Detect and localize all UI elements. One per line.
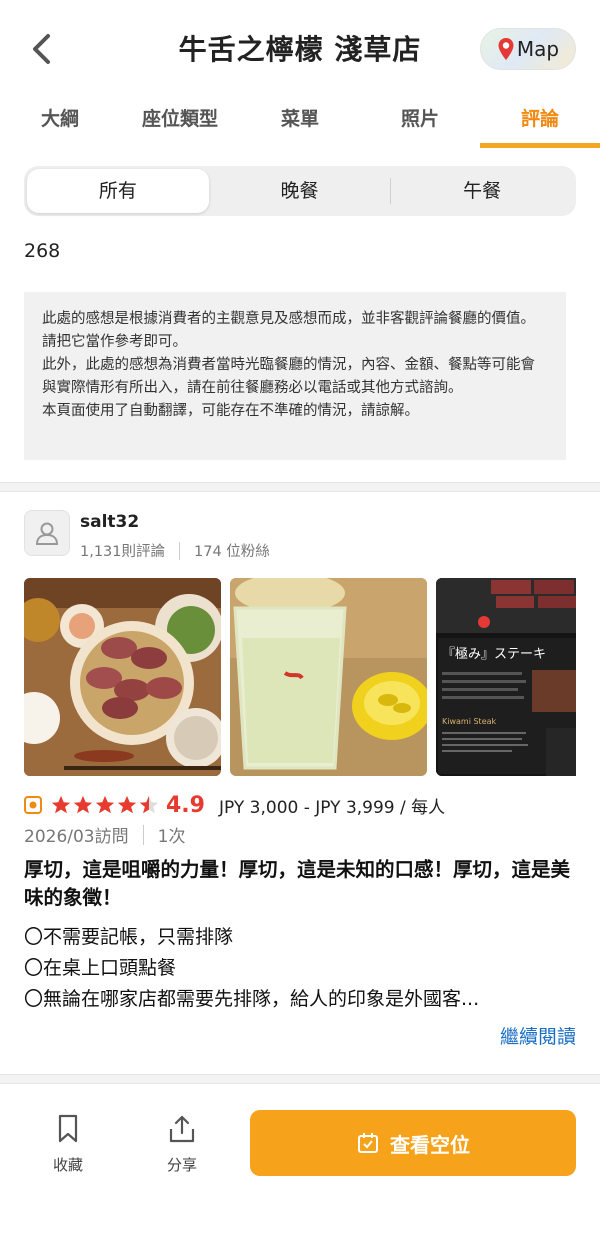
star-icon — [95, 795, 115, 814]
review-title[interactable]: 厚切，這是咀嚼的力量！厚切，這是未知的口感！厚切，這是美味的象徵！ — [24, 856, 574, 912]
half-star-icon — [139, 795, 159, 814]
menu-photo-subheading: Kiwami Steak — [442, 717, 497, 726]
disclaimer-line: 此處的感想是根據消費者的主觀意見及感想而成，並非客觀評論餐廳的價值。請把它當作參… — [42, 311, 535, 350]
reviewer-name[interactable]: salt32 — [80, 512, 139, 532]
review-photos: 『極み』ステーキ Kiwami Steak — [24, 578, 576, 776]
map-button[interactable]: Map — [480, 28, 576, 70]
visit-separator — [142, 824, 144, 845]
review-photo-menu[interactable]: 『極み』ステーキ Kiwami Steak — [436, 578, 576, 776]
review-body[interactable]: 〇不需要記帳，只需排隊 〇在桌上口頭點餐 〇無論在哪家店都需要先排隊，給人的印象… — [24, 922, 576, 1015]
rating-row: 4.9 JPY 3,000 - JPY 3,999 / 每人 — [24, 790, 445, 820]
review-line: 〇無論在哪家店都需要先排隊，給人的印象是外國客... — [24, 988, 480, 1010]
bookmark-icon — [58, 1114, 78, 1143]
share-button[interactable]: 分享 — [152, 1114, 212, 1175]
filter-dinner[interactable]: 晚餐 — [209, 169, 391, 213]
section-divider — [0, 1074, 600, 1084]
review-line: 〇在桌上口頭點餐 — [24, 957, 177, 979]
rating-badge-icon — [24, 796, 42, 814]
review-count: 268 — [24, 240, 61, 262]
star-icon — [117, 795, 137, 814]
stats-separator — [179, 541, 181, 560]
visit-date: 2026/03訪問 — [24, 827, 129, 847]
read-more-link[interactable]: 繼續閱讀 — [500, 1022, 576, 1049]
check-availability-label: 查看空位 — [390, 1132, 470, 1157]
map-pin-icon — [498, 38, 514, 60]
reviewer-review-count: 1,131則評論 — [80, 544, 166, 560]
rating-value: 4.9 — [166, 792, 205, 818]
share-label: 分享 — [166, 1156, 197, 1174]
star-icon — [73, 795, 93, 814]
review-photo-beef-set[interactable] — [24, 578, 221, 776]
reviewer-followers: 174 位粉絲 — [194, 544, 270, 560]
price-range: JPY 3,000 - JPY 3,999 / 每人 — [218, 797, 446, 818]
tab-seat-types[interactable]: 座位類型 — [120, 96, 240, 148]
bottom-action-bar: 收藏 分享 查看空位 — [0, 1098, 600, 1188]
menu-photo-heading: 『極み』ステーキ — [442, 646, 546, 662]
filter-lunch[interactable]: 午餐 — [391, 169, 573, 213]
map-button-label: Map — [516, 37, 560, 61]
reviewer-stats: 1,131則評論 174 位粉絲 — [80, 540, 270, 561]
disclaimer-line: 本頁面使用了自動翻譯，可能存在不準確的情況，請諒解。 — [42, 403, 419, 419]
bookmark-button[interactable]: 收藏 — [38, 1114, 98, 1175]
user-icon — [35, 522, 59, 545]
check-availability-button[interactable]: 查看空位 — [250, 1110, 576, 1176]
review-photo-lemon-drink[interactable] — [230, 578, 427, 776]
share-icon — [169, 1115, 195, 1143]
filter-all[interactable]: 所有 — [27, 169, 209, 213]
avatar[interactable] — [24, 510, 70, 556]
review-line: 〇不需要記帳，只需排隊 — [24, 926, 234, 948]
tab-menu[interactable]: 菜單 — [240, 96, 360, 148]
disclaimer-line: 此外，此處的感想為消費者當時光臨餐廳的情況，內容、金額、餐點等可能會與實際情形有… — [42, 357, 535, 396]
tab-overview[interactable]: 大綱 — [0, 96, 120, 148]
section-divider — [0, 482, 600, 492]
visit-info: 2026/03訪問 1次 — [24, 822, 185, 847]
bookmark-label: 收藏 — [52, 1156, 83, 1174]
disclaimer-box: 此處的感想是根據消費者的主觀意見及感想而成，並非客觀評論餐廳的價值。請把它當作參… — [24, 292, 566, 460]
tab-photos[interactable]: 照片 — [360, 96, 480, 148]
tab-bar: 大綱 座位類型 菜單 照片 評論 — [0, 96, 600, 148]
calendar-check-icon — [358, 1133, 378, 1153]
meal-filter: 所有 晚餐 午餐 — [24, 166, 576, 216]
tab-reviews[interactable]: 評論 — [480, 96, 600, 148]
visit-count: 1次 — [157, 827, 186, 847]
header: 牛舌之檸檬 淺草店 Map — [0, 0, 600, 96]
star-icon — [51, 795, 71, 814]
star-rating — [50, 794, 160, 816]
